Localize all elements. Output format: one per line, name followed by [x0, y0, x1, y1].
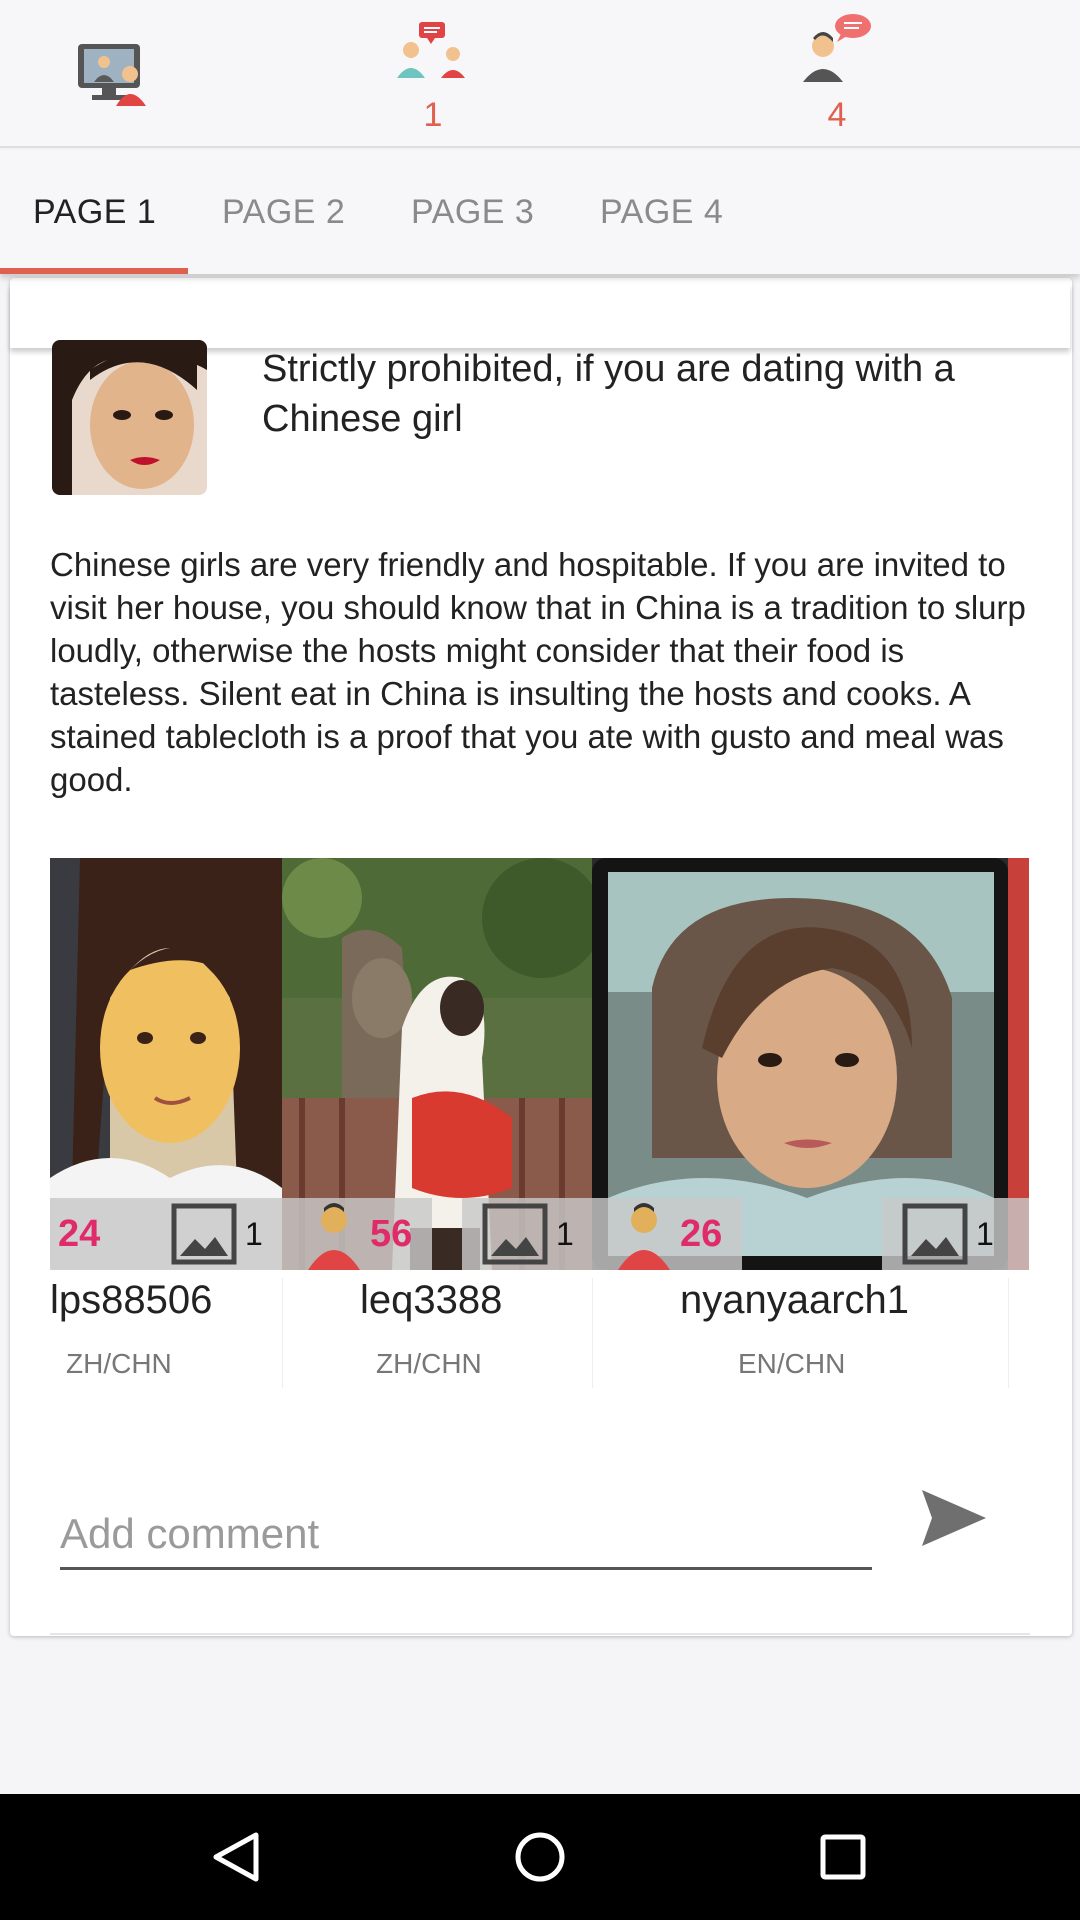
author-avatar[interactable]: [52, 340, 207, 495]
top-action-bar: 1 4: [0, 0, 1080, 148]
photo-count: 1: [976, 1215, 994, 1252]
gallery-item[interactable]: 24 1 lps88506 ZH/CHN: [50, 858, 282, 1388]
gallery-divider: [1008, 1278, 1009, 1388]
home-icon: [515, 1832, 565, 1882]
photo-count-badge: 1: [462, 1198, 592, 1270]
back-button[interactable]: [176, 1794, 296, 1920]
age-badge: 56: [282, 1198, 432, 1270]
tab-page-3[interactable]: PAGE 3: [411, 150, 534, 274]
user-gallery: 24 1 lps88506 ZH/CHN 56 1 leq3388 ZH/CHN…: [50, 858, 1029, 1388]
messages-count: 4: [827, 96, 847, 134]
photo-count: 1: [556, 1215, 574, 1252]
photo-icon: [902, 1203, 968, 1265]
user-message-icon: [803, 14, 871, 82]
photo-icon: [171, 1203, 237, 1265]
system-navigation-bar: [0, 1794, 1080, 1920]
user-language: ZH/CHN: [66, 1348, 172, 1379]
recents-icon: [820, 1834, 866, 1880]
group-chat-icon: [397, 22, 465, 78]
conversations-count: 1: [423, 96, 443, 134]
age-value: 26: [680, 1212, 723, 1255]
user-language: EN/CHN: [738, 1348, 846, 1379]
video-chat-icon: [78, 44, 146, 106]
conversations-button[interactable]: 1: [363, 0, 503, 148]
username[interactable]: nyanyaarch1: [680, 1278, 909, 1323]
user-avatar-icon: [618, 1203, 670, 1270]
send-icon: [922, 1490, 986, 1546]
post-body: Chinese girls are very friendly and hosp…: [50, 546, 1026, 798]
photo-count-badge: 1: [882, 1198, 1029, 1270]
post-title: Strictly prohibited, if you are dating w…: [262, 348, 955, 440]
send-button[interactable]: [918, 1482, 990, 1554]
tab-page-1[interactable]: PAGE 1: [33, 150, 156, 274]
video-chat-button[interactable]: [46, 0, 186, 148]
gallery-item[interactable]: 56 1 leq3388 ZH/CHN: [282, 858, 592, 1388]
back-icon: [213, 1832, 259, 1882]
age-badge: 24: [50, 1198, 155, 1270]
page-tabs: PAGE 1 PAGE 2 PAGE 3 PAGE 4: [0, 150, 1080, 274]
card-header-strip: [10, 284, 1070, 348]
photo-count: 1: [245, 1215, 263, 1252]
tab-page-4[interactable]: PAGE 4: [600, 150, 723, 274]
active-tab-indicator: [0, 268, 188, 274]
username[interactable]: lps88506: [50, 1278, 212, 1323]
age-value: 24: [58, 1212, 101, 1255]
card-divider: [50, 1633, 1030, 1635]
age-value: 56: [370, 1212, 413, 1255]
gallery-item[interactable]: 26 1 nyanyaarch1 EN/CHN: [592, 858, 1029, 1388]
messages-button[interactable]: 4: [767, 0, 907, 148]
photo-icon: [482, 1203, 548, 1265]
comment-input[interactable]: [60, 1500, 872, 1570]
user-language: ZH/CHN: [376, 1348, 482, 1379]
recents-button[interactable]: [783, 1794, 903, 1920]
user-avatar-icon: [308, 1203, 360, 1270]
age-badge: 26: [592, 1198, 742, 1270]
photo-count-badge: 1: [155, 1198, 282, 1270]
home-button[interactable]: [480, 1794, 600, 1920]
username[interactable]: leq3388: [360, 1278, 502, 1323]
tab-page-2[interactable]: PAGE 2: [222, 150, 345, 274]
